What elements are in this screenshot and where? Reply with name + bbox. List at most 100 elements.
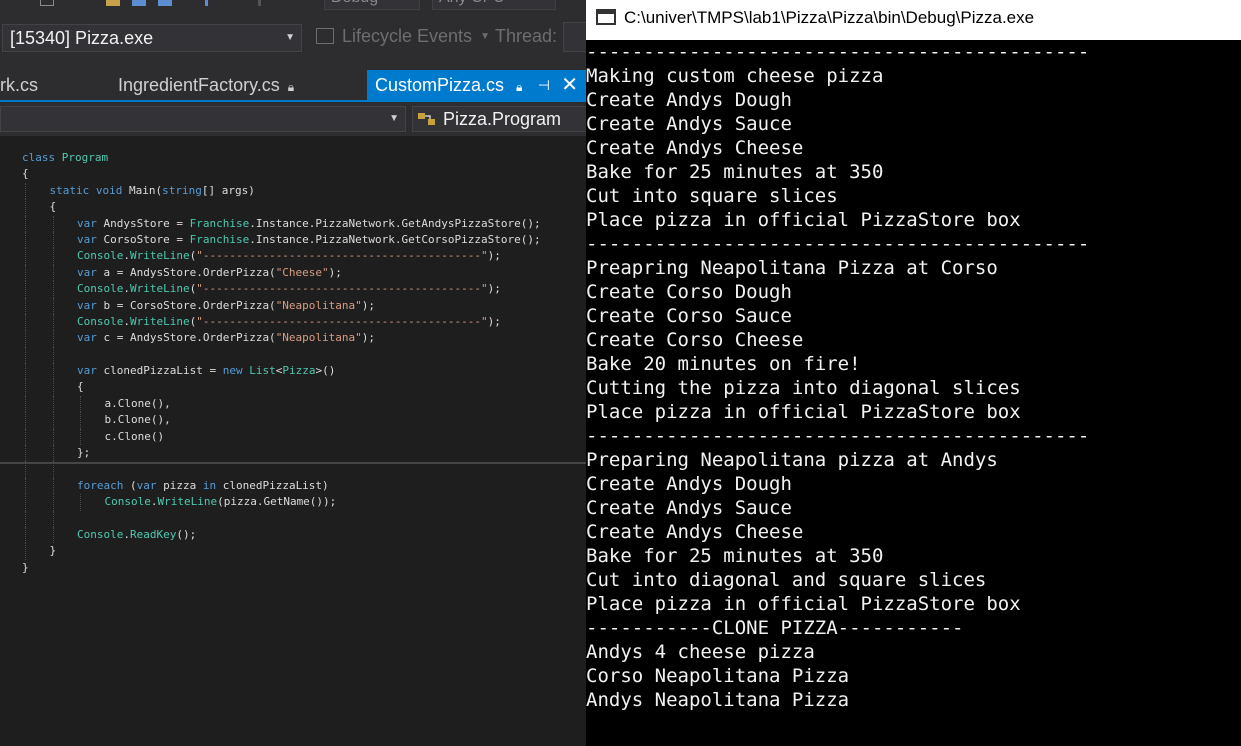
code-line: class Program: [0, 150, 586, 166]
code-token: );: [328, 265, 342, 279]
indent-guide: [52, 510, 54, 527]
code-token: "---------------------------------------…: [196, 282, 488, 296]
indent-guide: [25, 346, 26, 364]
process-combo[interactable]: [15340] Pizza.exe ▼: [2, 24, 302, 52]
lock-icon: 🔒︎: [516, 80, 523, 94]
open-folder-icon[interactable]: [106, 0, 120, 6]
code-token: .: [123, 282, 130, 296]
visual-studio-window: Debug Any CPU [15340] Pizza.exe ▼ Lifecy…: [0, 0, 586, 746]
code-line: }: [0, 560, 586, 576]
indent-guide: [25, 543, 26, 560]
code-token: AndysStore =: [96, 216, 190, 230]
code-line: a.Clone(),: [0, 395, 586, 413]
code-token: var: [136, 478, 157, 492]
code-token: var: [77, 232, 97, 246]
indent-guide: [25, 526, 26, 544]
pin-icon[interactable]: ⊣: [538, 70, 550, 100]
lock-icon: 🔒︎: [287, 80, 295, 94]
indent-guide: [25, 313, 26, 331]
close-icon[interactable]: ✕: [561, 70, 578, 100]
tab-label: rk.cs: [0, 75, 38, 95]
code-line: {: [0, 379, 586, 396]
console-output: ----------------------------------------…: [586, 40, 1241, 712]
code-line: [0, 461, 586, 478]
indent-guide: [52, 313, 54, 331]
tab-ingredientfactory[interactable]: IngredientFactory.cs 🔒︎: [118, 70, 294, 100]
indent-guide: [25, 412, 26, 429]
code-token: .: [123, 527, 130, 541]
code-line: Console.WriteLine(pizza.GetName());: [0, 494, 586, 511]
code-token: pizza: [156, 478, 203, 492]
tab-framework[interactable]: rk.cs: [0, 70, 38, 100]
indent-guide: [25, 477, 26, 495]
indent-guide: [25, 182, 26, 200]
type-nav-combo[interactable]: Pizza.Program: [412, 106, 586, 132]
console-window: C:\univer\TMPS\lab1\Pizza\Pizza\bin\Debu…: [586, 0, 1241, 746]
redo-icon[interactable]: [258, 0, 272, 6]
platform-combo[interactable]: Any CPU: [432, 0, 556, 10]
console-line: Create Andys Dough: [586, 473, 792, 495]
indent-guide: [25, 215, 26, 232]
code-token: ReadKey: [129, 527, 177, 541]
code-line: var CorsoStore = Franchise.Instance.Pizz…: [0, 231, 586, 249]
code-token: Franchise: [189, 216, 250, 230]
code-line: Console.WriteLine("---------------------…: [0, 313, 586, 331]
code-line: foreach (var pizza in clonedPizzaList): [0, 477, 586, 495]
code-token: );: [487, 249, 501, 263]
undo-icon[interactable]: [205, 0, 219, 6]
code-token: Franchise: [189, 232, 250, 246]
indent-guide: [52, 363, 54, 380]
console-titlebar[interactable]: C:\univer\TMPS\lab1\Pizza\Pizza\bin\Debu…: [586, 0, 1241, 40]
indent-guide: [25, 363, 26, 380]
code-token: "---------------------------------------…: [196, 314, 488, 328]
console-line: Create Corso Sauce: [586, 305, 792, 327]
code-line: Console.WriteLine("---------------------…: [0, 248, 586, 265]
code-token: b = CorsoStore.OrderPizza(: [96, 298, 276, 312]
tab-custompizza[interactable]: CustomPizza.cs 🔒︎ ⊣ ✕: [367, 70, 586, 100]
class-icon: [418, 113, 435, 125]
code-line: var b = CorsoStore.OrderPizza("Neapolita…: [0, 297, 586, 314]
code-line: var AndysStore = Franchise.Instance.Pizz…: [0, 215, 586, 232]
indent-guide: [52, 494, 54, 511]
indent-guide: [80, 494, 81, 511]
indent-guide: [25, 281, 26, 298]
tab-label: CustomPizza.cs: [375, 75, 505, 95]
indent-guide: [52, 412, 54, 429]
code-token: .: [123, 249, 130, 263]
code-token: }: [49, 544, 57, 558]
code-token: WriteLine: [129, 249, 190, 263]
code-token: >(): [315, 364, 336, 378]
thread-label: Thread:: [495, 26, 558, 46]
indent-guide: [80, 395, 81, 413]
console-line: Place pizza in official PizzaStore box: [586, 401, 1021, 423]
configuration-combo[interactable]: Debug: [324, 0, 420, 10]
console-line: Preapring Neapolitana Pizza at Corso: [586, 257, 998, 279]
console-line: Andys Neapolitana Pizza: [586, 689, 850, 711]
code-token: List: [249, 364, 276, 378]
console-line: ----------------------------------------…: [586, 41, 1090, 63]
code-token: static: [49, 183, 90, 197]
save-all-icon[interactable]: [158, 0, 172, 6]
console-line: Preparing Neapolitana pizza at Andys: [586, 449, 998, 471]
console-line: Create Andys Dough: [586, 89, 792, 111]
code-token: var: [77, 216, 97, 230]
indent-guide: [52, 428, 54, 446]
code-token: [] args): [201, 183, 255, 197]
console-line: Create Corso Cheese: [586, 329, 804, 351]
indent-guide: [25, 510, 26, 527]
indent-guide: [52, 346, 54, 364]
lifecycle-events-button[interactable]: Lifecycle Events ▼: [316, 26, 494, 50]
new-file-icon[interactable]: [40, 0, 54, 6]
save-icon[interactable]: [132, 0, 146, 6]
code-token: string: [162, 183, 202, 197]
console-line: Create Andys Sauce: [586, 497, 792, 519]
chevron-down-icon: ▼: [285, 32, 295, 43]
thread-combo[interactable]: [563, 22, 586, 52]
indent-guide: [52, 526, 54, 544]
code-token: var: [77, 265, 97, 279]
console-line: Create Andys Cheese: [586, 137, 804, 159]
code-editor[interactable]: class Program{static void Main(string[] …: [0, 136, 586, 746]
code-line: Console.WriteLine("---------------------…: [0, 281, 586, 298]
project-nav-combo[interactable]: ▼: [0, 106, 406, 132]
